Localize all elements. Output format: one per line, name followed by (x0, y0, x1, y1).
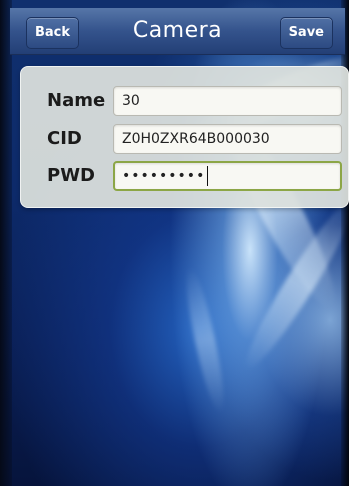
name-field[interactable]: 30 (113, 86, 342, 116)
cid-row: CID Z0H0ZXR64B000030 (21, 123, 348, 155)
pwd-masked-value: ••••••••• (122, 168, 206, 184)
pwd-label: PWD (47, 165, 95, 186)
name-row: Name 30 (21, 85, 348, 117)
background-streak (179, 264, 231, 416)
save-button[interactable]: Save (279, 17, 333, 49)
name-value: 30 (122, 93, 140, 109)
cid-label: CID (47, 128, 82, 149)
camera-form-panel: Name 30 CID Z0H0ZXR64B000030 PWD •••••••… (20, 66, 349, 208)
cid-field[interactable]: Z0H0ZXR64B000030 (113, 124, 342, 154)
device-bezel-left (0, 0, 12, 486)
navigation-bar: Camera Back Save (10, 8, 345, 55)
camera-settings-screen: Camera Back Save Name 30 CID Z0H0ZXR64B0… (0, 0, 349, 486)
name-label: Name (47, 90, 106, 111)
back-button[interactable]: Back (26, 17, 80, 49)
text-caret (207, 166, 209, 186)
cid-value: Z0H0ZXR64B000030 (122, 131, 270, 147)
pwd-field[interactable]: ••••••••• (113, 161, 342, 191)
pwd-row: PWD ••••••••• (21, 160, 348, 192)
